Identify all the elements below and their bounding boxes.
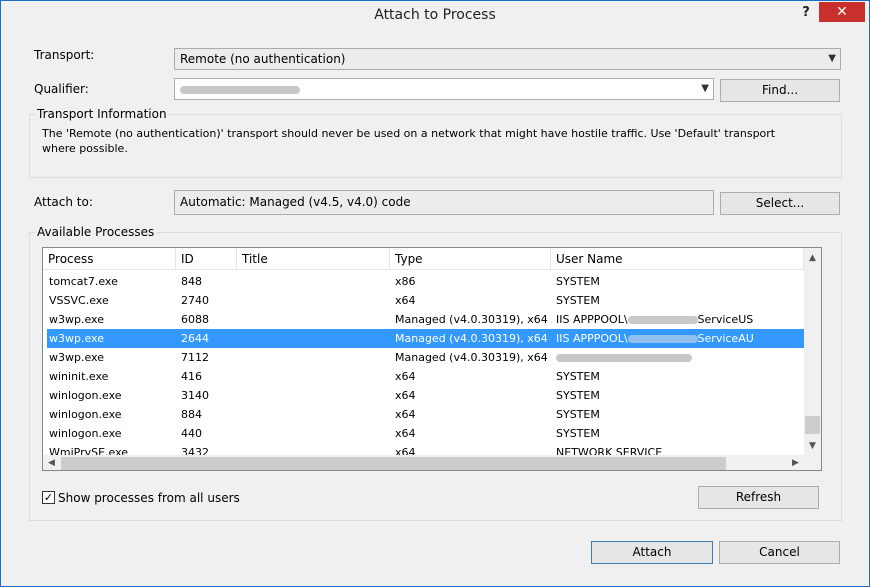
- help-button[interactable]: ?: [797, 5, 815, 23]
- process-user: SYSTEM: [556, 427, 600, 440]
- checkmark-icon: ✓: [43, 491, 54, 504]
- scroll-up-icon[interactable]: ▲: [804, 250, 821, 267]
- process-name: w3wp.exe: [49, 313, 104, 326]
- qualifier-label: Qualifier:: [34, 82, 89, 96]
- cancel-button[interactable]: Cancel: [719, 541, 840, 564]
- table-row[interactable]: tomcat7.exe 848 x86 SYSTEM: [47, 272, 804, 291]
- process-name: winlogon.exe: [49, 408, 122, 421]
- process-id: 440: [181, 427, 202, 440]
- process-type: x64: [395, 408, 416, 421]
- column-header-user-name[interactable]: User Name: [551, 248, 804, 270]
- process-list-header: Process ID Title Type User Name: [43, 248, 804, 270]
- process-user: IIS APPPOOL\ ServiceAU: [556, 332, 754, 345]
- table-row[interactable]: winlogon.exe 884 x64 SYSTEM: [47, 405, 804, 424]
- column-header-id[interactable]: ID: [176, 248, 237, 270]
- process-user: SYSTEM: [556, 389, 600, 402]
- dialog-title: Attach to Process: [374, 7, 496, 23]
- column-header-title[interactable]: Title: [237, 248, 390, 270]
- attach-button[interactable]: Attach: [591, 541, 713, 564]
- show-all-users-checkbox[interactable]: ✓: [42, 491, 55, 504]
- process-user: SYSTEM: [556, 370, 600, 383]
- process-type: x64: [395, 294, 416, 307]
- table-row[interactable]: winlogon.exe 3140 x64 SYSTEM: [47, 386, 804, 405]
- table-row[interactable]: VSSVC.exe 2740 x64 SYSTEM: [47, 291, 804, 310]
- process-id: 416: [181, 370, 202, 383]
- attach-to-field: Automatic: Managed (v4.5, v4.0) code: [174, 190, 714, 215]
- process-id: 848: [181, 275, 202, 288]
- show-all-users-label[interactable]: Show processes from all users: [58, 491, 240, 505]
- transport-value: Remote (no authentication): [180, 52, 346, 66]
- horizontal-scroll-thumb[interactable]: [61, 457, 726, 470]
- process-user: SYSTEM: [556, 294, 600, 307]
- column-header-process[interactable]: Process: [43, 248, 176, 270]
- column-header-type[interactable]: Type: [390, 248, 551, 270]
- process-id: 2644: [181, 332, 209, 345]
- table-row[interactable]: w3wp.exe 7112 Managed (v4.0.30319), x64: [47, 348, 804, 367]
- process-id: 884: [181, 408, 202, 421]
- process-rows: tomcat7.exe 848 x86 SYSTEM VSSVC.exe 274…: [43, 272, 804, 456]
- process-name: wininit.exe: [49, 370, 109, 383]
- process-type: x64: [395, 427, 416, 440]
- process-id: 7112: [181, 351, 209, 364]
- process-type: Managed (v4.0.30319), x64: [395, 332, 548, 345]
- transport-info-text: The 'Remote (no authentication)' transpo…: [42, 127, 776, 155]
- chevron-down-icon: ▼: [701, 83, 709, 94]
- select-code-type-button[interactable]: Select...: [720, 192, 840, 215]
- process-name: w3wp.exe: [49, 351, 104, 364]
- table-row[interactable]: wininit.exe 416 x64 SYSTEM: [47, 367, 804, 386]
- process-name: winlogon.exe: [49, 427, 122, 440]
- table-row-selected[interactable]: w3wp.exe 2644 Managed (v4.0.30319), x64 …: [47, 329, 804, 348]
- scroll-left-icon[interactable]: ◀: [43, 455, 60, 470]
- chevron-down-icon: ▼: [828, 53, 836, 64]
- process-user: IIS APPPOOL\ ServiceUS: [556, 313, 754, 326]
- vertical-scroll-thumb[interactable]: [805, 416, 820, 434]
- process-id: 2740: [181, 294, 209, 307]
- transport-dropdown[interactable]: Remote (no authentication) ▼: [174, 48, 841, 70]
- scroll-down-icon[interactable]: ▼: [804, 438, 821, 455]
- process-type: x86: [395, 275, 416, 288]
- qualifier-redacted-value: [180, 85, 300, 94]
- title-bar: Attach to Process ? ✕: [1, 1, 869, 31]
- process-type: Managed (v4.0.30319), x64: [395, 313, 548, 326]
- horizontal-scrollbar[interactable]: ◀ ▶: [43, 455, 804, 470]
- table-row[interactable]: winlogon.exe 440 x64 SYSTEM: [47, 424, 804, 443]
- process-type: x64: [395, 389, 416, 402]
- process-name: winlogon.exe: [49, 389, 122, 402]
- process-user: [556, 348, 801, 367]
- process-name: VSSVC.exe: [49, 294, 109, 307]
- process-name: tomcat7.exe: [49, 275, 118, 288]
- attach-to-process-dialog: Attach to Process ? ✕ Transport: Remote …: [0, 0, 870, 587]
- process-list[interactable]: Process ID Title Type User Name tomcat7.…: [42, 247, 822, 471]
- process-user: SYSTEM: [556, 408, 600, 421]
- transport-label: Transport:: [34, 48, 95, 62]
- available-processes-title: Available Processes: [35, 225, 157, 239]
- scroll-right-icon[interactable]: ▶: [787, 455, 804, 470]
- scrollbar-corner: [804, 455, 821, 470]
- vertical-scrollbar[interactable]: ▲ ▼: [804, 248, 821, 455]
- close-button[interactable]: ✕: [819, 2, 865, 22]
- table-row[interactable]: w3wp.exe 6088 Managed (v4.0.30319), x64 …: [47, 310, 804, 329]
- process-id: 3140: [181, 389, 209, 402]
- process-type: x64: [395, 370, 416, 383]
- refresh-button[interactable]: Refresh: [698, 486, 819, 509]
- find-button[interactable]: Find...: [720, 79, 840, 102]
- process-name: w3wp.exe: [49, 332, 104, 345]
- attach-to-label: Attach to:: [34, 195, 93, 209]
- qualifier-combobox[interactable]: ▼: [174, 78, 714, 100]
- process-user: SYSTEM: [556, 275, 600, 288]
- process-type: Managed (v4.0.30319), x64: [395, 351, 548, 364]
- transport-info-title: Transport Information: [35, 107, 169, 121]
- process-id: 6088: [181, 313, 209, 326]
